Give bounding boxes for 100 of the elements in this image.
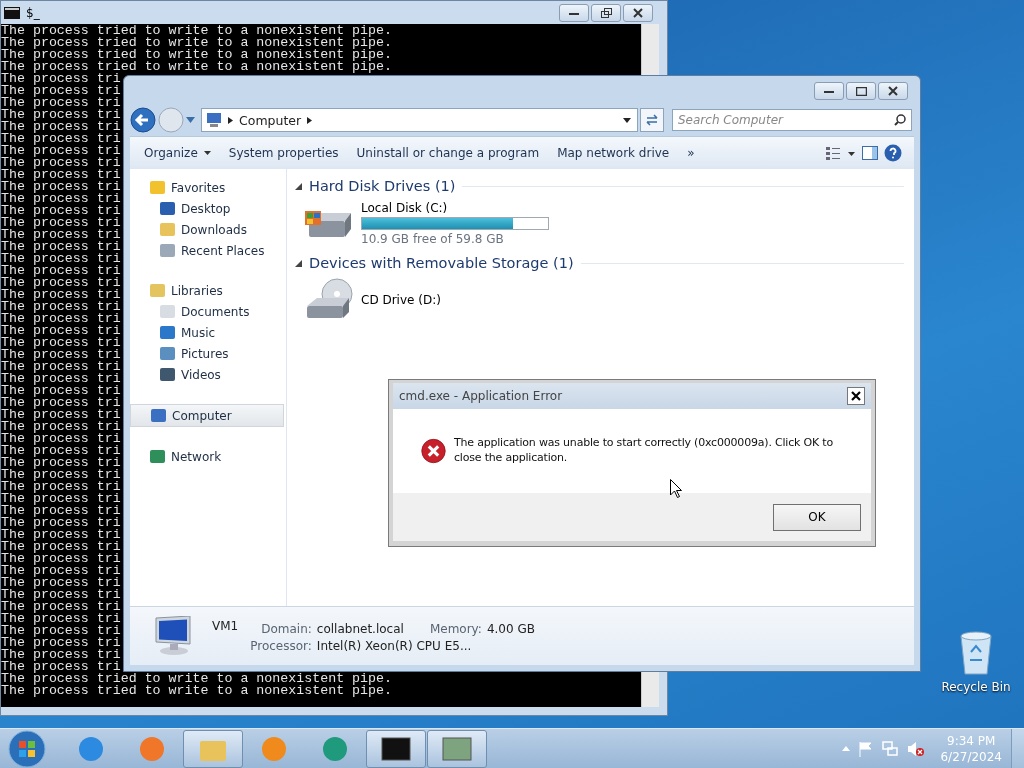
console-line: The process tri bbox=[1, 289, 121, 301]
close-icon bbox=[851, 391, 861, 401]
close-button[interactable] bbox=[878, 82, 908, 100]
computer-name: VM1 bbox=[211, 618, 239, 633]
toolbar-button[interactable]: » bbox=[681, 142, 701, 164]
console-icon bbox=[4, 6, 20, 19]
console-line: The process tri bbox=[1, 421, 121, 433]
sidebar-item[interactable]: Recent Places bbox=[130, 240, 286, 261]
collapse-icon[interactable] bbox=[295, 259, 302, 267]
start-button[interactable] bbox=[8, 729, 46, 768]
refresh-button[interactable] bbox=[640, 108, 664, 132]
sidebar-item[interactable]: Computer bbox=[130, 404, 284, 427]
maximize-icon bbox=[855, 86, 867, 96]
help-icon[interactable] bbox=[884, 144, 902, 162]
back-button[interactable] bbox=[130, 107, 156, 133]
drive-name[interactable]: Local Disk (C:) bbox=[361, 201, 549, 215]
maximize-button[interactable] bbox=[846, 82, 876, 100]
speaker-muted-icon[interactable] bbox=[907, 740, 926, 757]
toolbar-button[interactable]: Uninstall or change a program bbox=[350, 142, 546, 164]
console-line: The process tri bbox=[1, 577, 121, 589]
console-line: The process tri bbox=[1, 241, 121, 253]
toolbar-button[interactable]: Organize bbox=[138, 142, 217, 164]
group-heading[interactable]: Devices with Removable Storage (1) bbox=[309, 255, 574, 271]
console-line: The process tri bbox=[1, 325, 121, 337]
app-icon bbox=[76, 734, 106, 763]
address-field[interactable]: Computer bbox=[201, 108, 638, 132]
console-line: The process tri bbox=[1, 625, 121, 637]
console-line: The process tri bbox=[1, 649, 121, 661]
chevron-icon[interactable] bbox=[307, 116, 313, 124]
close-button[interactable] bbox=[847, 387, 865, 405]
restore-icon bbox=[600, 7, 612, 18]
sidebar-item[interactable]: Pictures bbox=[130, 343, 286, 364]
dropdown-icon[interactable] bbox=[623, 117, 631, 123]
console-line: The process tri bbox=[1, 553, 121, 565]
view-options-icon[interactable] bbox=[826, 146, 856, 160]
sidebar-item[interactable]: Documents bbox=[130, 301, 286, 322]
toolbar-button[interactable]: System properties bbox=[222, 142, 345, 164]
console-line: The process tried to write to a nonexistent pipe. bbox=[1, 25, 392, 37]
search-field[interactable]: Search Computer bbox=[672, 109, 912, 131]
detail-value: Intel(R) Xeon(R) CPU E5... bbox=[316, 638, 473, 653]
console-line: The process tri bbox=[1, 661, 121, 673]
sidebar-item[interactable]: Network bbox=[130, 446, 286, 467]
console-line: The process tri bbox=[1, 397, 121, 409]
minimize-button[interactable] bbox=[814, 82, 844, 100]
console-line: The process tried to write to a nonexistent pipe. bbox=[1, 49, 392, 61]
sidebar-item[interactable]: Favorites bbox=[130, 177, 286, 198]
console-line: The process tried to write to a nonexistent pipe. bbox=[1, 61, 392, 73]
search-icon bbox=[894, 114, 906, 126]
console-line: The process tri bbox=[1, 301, 121, 313]
group-heading[interactable]: Hard Disk Drives (1) bbox=[309, 178, 456, 194]
app-icon bbox=[442, 734, 472, 763]
sidebar-item[interactable]: Downloads bbox=[130, 219, 286, 240]
console-line: The process tri bbox=[1, 373, 121, 385]
close-button[interactable] bbox=[623, 3, 653, 22]
console-line: The process tri bbox=[1, 529, 121, 541]
minimize-icon bbox=[824, 89, 834, 93]
refresh-icon bbox=[645, 114, 659, 126]
restore-button[interactable] bbox=[591, 3, 621, 22]
chevron-icon bbox=[228, 116, 233, 124]
drive-name[interactable]: CD Drive (D:) bbox=[361, 293, 441, 307]
detail-label: Processor: bbox=[250, 638, 312, 653]
console-line: The process tried to write to a nonexistent pipe. bbox=[1, 685, 392, 697]
console-line: The process tri bbox=[1, 505, 121, 517]
toolbar-button[interactable]: Map network drive bbox=[551, 142, 676, 164]
ok-button[interactable]: OK bbox=[773, 503, 861, 531]
detail-value: collabnet.local bbox=[316, 621, 404, 636]
console-line: The process tri bbox=[1, 181, 121, 193]
console-line: The process tri bbox=[1, 169, 121, 181]
app-icon bbox=[259, 734, 289, 763]
free-space-text: 10.9 GB free of 59.8 GB bbox=[361, 232, 505, 246]
console-line: The process tri bbox=[1, 85, 121, 97]
console-line: The process tried to write to a nonexistent pipe. bbox=[1, 37, 392, 49]
sidebar-item[interactable]: Music bbox=[130, 322, 286, 343]
desktop-icon[interactable]: Recycle Bin bbox=[940, 630, 1012, 694]
preview-pane-icon[interactable] bbox=[862, 146, 878, 160]
console-line: The process tri bbox=[1, 121, 121, 133]
console-line: The process tri bbox=[1, 385, 121, 397]
console-line: The process tri bbox=[1, 457, 121, 469]
recycle-bin-icon bbox=[958, 630, 994, 676]
computer-icon bbox=[206, 113, 222, 127]
caret-icon bbox=[203, 151, 211, 155]
console-line: The process tri bbox=[1, 637, 121, 649]
console-line: The process tri bbox=[1, 277, 121, 289]
app-icon bbox=[137, 734, 167, 763]
sidebar-item[interactable]: Libraries bbox=[130, 280, 286, 301]
error-message: The application was unable to start correctly (0xc000009a). Click OK to close the application. bbox=[454, 435, 834, 465]
taskbar-button[interactable] bbox=[366, 729, 426, 768]
app-icon bbox=[320, 734, 350, 763]
console-line: The process tri bbox=[1, 133, 121, 145]
console-line: The process tried to write to a nonexistent pipe. bbox=[1, 673, 392, 685]
sidebar-item[interactable]: Desktop bbox=[130, 198, 286, 219]
console-line: The process tri bbox=[1, 493, 121, 505]
minimize-button[interactable] bbox=[559, 3, 589, 22]
close-icon bbox=[633, 7, 643, 18]
console-line: The process tri bbox=[1, 601, 121, 613]
console-line: The process tri bbox=[1, 409, 121, 421]
console-line: The process tri bbox=[1, 157, 121, 169]
collapse-icon[interactable] bbox=[295, 182, 302, 190]
console-line: The process tri bbox=[1, 445, 121, 457]
sidebar-item[interactable]: Videos bbox=[130, 364, 286, 385]
